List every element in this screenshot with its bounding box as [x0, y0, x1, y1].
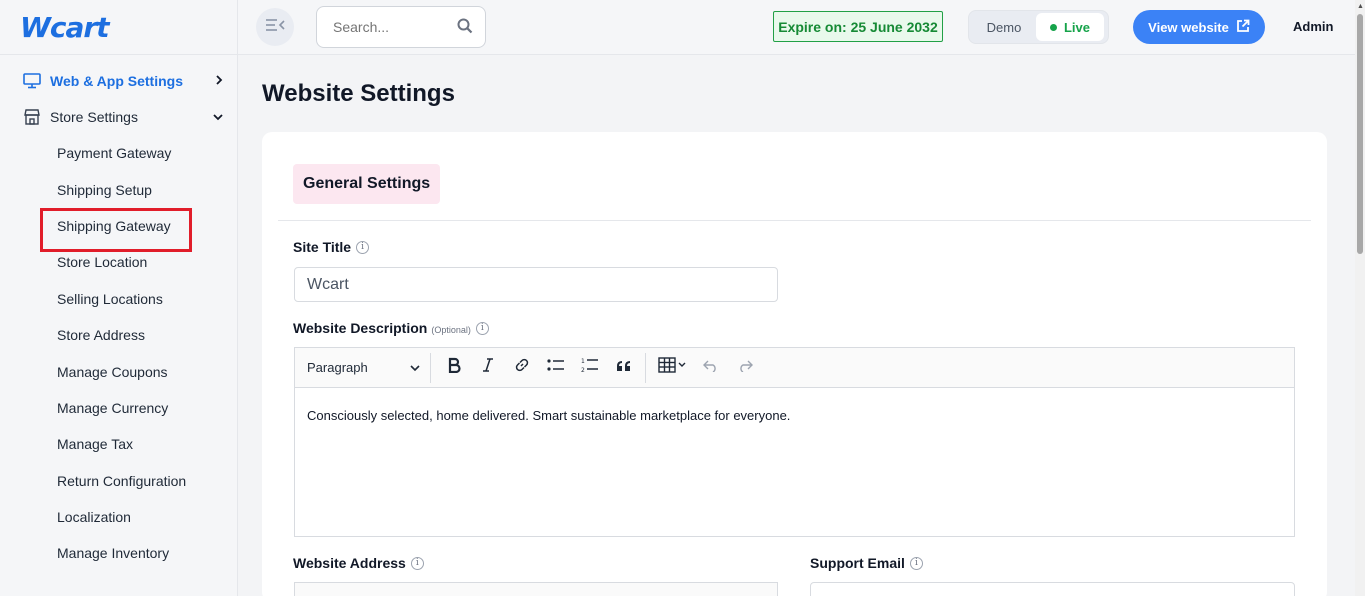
paragraph-style-select[interactable]: Paragraph — [307, 352, 431, 383]
divider — [278, 220, 1311, 221]
user-menu[interactable]: Admin — [1293, 19, 1333, 34]
sidebar-item-shipping-setup[interactable]: Shipping Setup — [0, 171, 237, 207]
view-website-button[interactable]: View website — [1133, 10, 1265, 44]
numbered-list-button[interactable]: 12 — [573, 353, 607, 383]
support-email-label: Support Email i — [810, 555, 923, 571]
info-icon[interactable]: i — [475, 321, 489, 335]
sidebar-item-manage-inventory[interactable]: Manage Inventory — [0, 535, 237, 571]
mode-toggle: Demo Live — [968, 10, 1109, 44]
page-scrollbar[interactable]: ▲ — [1355, 0, 1365, 596]
sidebar-item-manage-currency[interactable]: Manage Currency — [0, 390, 237, 426]
sidebar-nav: Web & App Settings Store Settings Paymen… — [0, 55, 237, 572]
sidebar-item-manage-tax[interactable]: Manage Tax — [0, 426, 237, 462]
sidebar: Wcart Web & App Settings Store Settings … — [0, 0, 238, 596]
store-icon — [22, 107, 42, 127]
blockquote-button[interactable] — [607, 353, 641, 383]
website-address-editor[interactable] — [294, 582, 778, 596]
sidebar-item-selling-locations[interactable]: Selling Locations — [0, 281, 237, 317]
chevron-down-icon — [213, 110, 223, 124]
chevron-down-icon — [410, 360, 420, 375]
svg-text:2: 2 — [581, 367, 585, 373]
sidebar-item-localization[interactable]: Localization — [0, 499, 237, 535]
settings-card: General Settings Site Title i Wcart Webs… — [262, 132, 1327, 596]
topbar: Expire on: 25 June 2032 Demo Live View w… — [238, 0, 1355, 55]
scroll-up-icon[interactable]: ▲ — [1357, 3, 1364, 10]
svg-text:1: 1 — [581, 358, 585, 365]
italic-button[interactable] — [471, 353, 505, 383]
description-label: Website Description (Optional) i — [293, 320, 489, 336]
description-label-text: Website Description — [293, 320, 428, 336]
site-title-label-text: Site Title — [293, 239, 352, 255]
mode-demo-button[interactable]: Demo — [972, 13, 1036, 41]
logo-text: Wcart — [20, 10, 110, 44]
sidebar-group-web-app-settings[interactable]: Web & App Settings — [0, 63, 237, 99]
bulleted-list-icon — [547, 358, 565, 377]
sidebar-group-label: Store Settings — [50, 109, 138, 125]
site-title-label: Site Title i — [293, 239, 370, 255]
sidebar-group-store-settings[interactable]: Store Settings — [0, 99, 237, 135]
sidebar-item-payment-gateway[interactable]: Payment Gateway — [0, 135, 237, 171]
description-editor: Paragraph 12 Consciously selected, home … — [294, 347, 1295, 537]
logo[interactable]: Wcart — [0, 0, 237, 55]
view-website-label: View website — [1148, 19, 1229, 35]
monitor-icon — [22, 71, 42, 91]
info-icon[interactable]: i — [410, 556, 424, 570]
mode-live-button[interactable]: Live — [1036, 13, 1104, 41]
table-icon — [658, 357, 686, 378]
site-title-input[interactable]: Wcart — [294, 267, 778, 302]
external-link-icon — [1236, 19, 1250, 36]
numbered-list-icon: 12 — [581, 357, 599, 378]
live-status-dot — [1049, 23, 1057, 31]
menu-collapse-icon — [265, 18, 285, 37]
search-icon[interactable] — [457, 18, 473, 37]
sidebar-item-store-address[interactable]: Store Address — [0, 317, 237, 353]
editor-toolbar: Paragraph 12 — [295, 348, 1294, 388]
info-icon[interactable]: i — [356, 240, 370, 254]
sidebar-item-shipping-gateway[interactable]: Shipping Gateway — [0, 207, 237, 253]
sidebar-item-store-location[interactable]: Store Location — [0, 244, 237, 280]
search-box — [316, 6, 486, 48]
mode-live-label: Live — [1063, 19, 1090, 35]
undo-button[interactable] — [694, 353, 728, 383]
bold-button[interactable] — [437, 353, 471, 383]
toolbar-separator — [645, 352, 646, 383]
scroll-thumb[interactable] — [1357, 14, 1363, 254]
support-email-input[interactable] — [810, 582, 1295, 596]
website-address-label: Website Address i — [293, 555, 424, 571]
bold-icon — [447, 357, 461, 378]
sidebar-item-return-configuration[interactable]: Return Configuration — [0, 463, 237, 499]
website-address-label-text: Website Address — [293, 555, 406, 571]
link-button[interactable] — [505, 353, 539, 383]
insert-table-button[interactable] — [650, 353, 694, 383]
menu-toggle-button[interactable] — [256, 8, 294, 46]
chevron-right-icon — [215, 74, 223, 88]
search-input[interactable] — [333, 19, 457, 35]
expiry-badge: Expire on: 25 June 2032 — [773, 11, 943, 42]
optional-tag: (Optional) — [431, 324, 471, 335]
paragraph-style-value: Paragraph — [307, 360, 368, 375]
sidebar-item-manage-coupons[interactable]: Manage Coupons — [0, 353, 237, 389]
undo-icon — [703, 359, 719, 377]
support-email-label-text: Support Email — [810, 555, 905, 571]
info-icon[interactable]: i — [909, 556, 923, 570]
redo-icon — [737, 359, 753, 377]
link-icon — [514, 357, 530, 378]
italic-icon — [482, 357, 494, 378]
redo-button[interactable] — [728, 353, 762, 383]
section-title: General Settings — [293, 164, 441, 204]
sidebar-group-label: Web & App Settings — [50, 73, 183, 89]
quote-icon — [616, 359, 632, 377]
page-title: Website Settings — [262, 80, 455, 107]
description-editor-content[interactable]: Consciously selected, home delivered. Sm… — [295, 388, 1294, 443]
bulleted-list-button[interactable] — [539, 353, 573, 383]
